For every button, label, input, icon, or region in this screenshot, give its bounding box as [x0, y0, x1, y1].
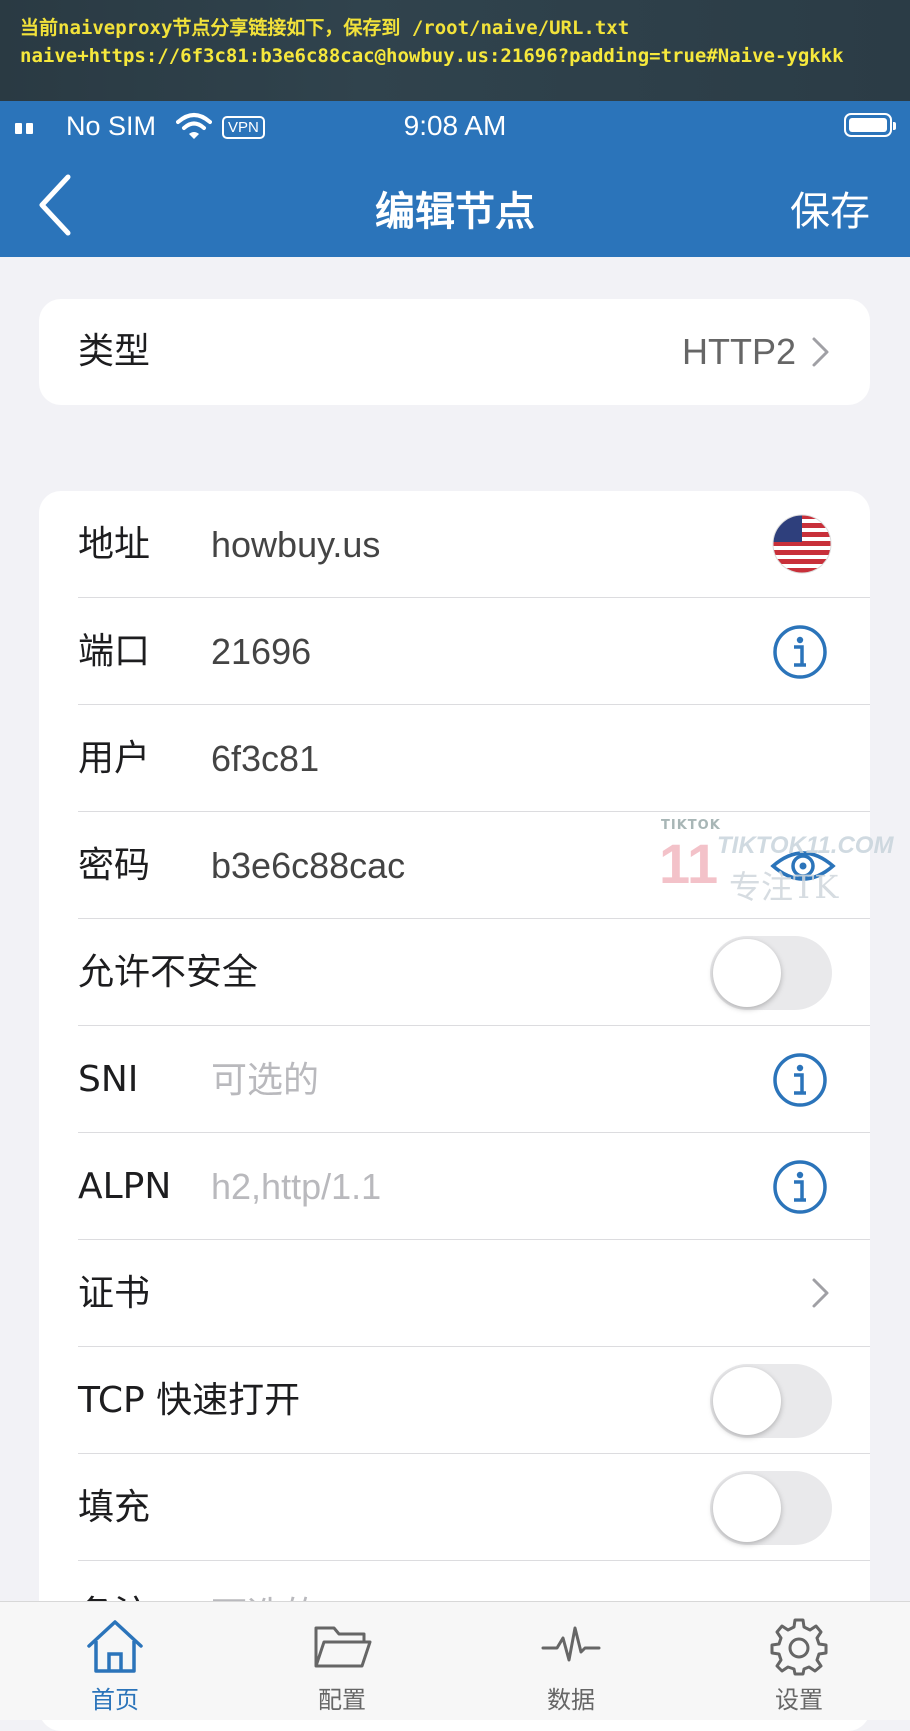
type-label: 类型: [78, 331, 151, 372]
chevron-right-icon: [812, 337, 829, 367]
page-title: 编辑节点: [375, 189, 535, 235]
padding-toggle[interactable]: [710, 1471, 832, 1545]
watermark-slogan: 专注TK: [729, 868, 839, 906]
user-field[interactable]: 6f3c81: [211, 705, 319, 812]
user-row[interactable]: 用户 6f3c81: [39, 705, 870, 812]
terminal-line-1: 当前naiveproxy节点分享链接如下，保存到 /root/naive/URL…: [20, 17, 630, 39]
allow-insecure-toggle[interactable]: [710, 936, 832, 1010]
sni-row[interactable]: SNI 可选的: [39, 1026, 870, 1133]
certificate-row[interactable]: 证书: [39, 1240, 870, 1347]
home-icon: [87, 1620, 143, 1673]
sni-field[interactable]: 可选的: [211, 1026, 319, 1133]
allow-insecure-row: 允许不安全: [39, 919, 870, 1026]
tab-config[interactable]: 配置: [272, 1602, 412, 1720]
node-form-card: 地址 howbuy.us 端口 21696 用户 6f3c81 密码 b3e6c…: [39, 491, 870, 1731]
padding-label: 填充: [78, 1487, 151, 1528]
certificate-label: 证书: [78, 1273, 151, 1314]
port-row[interactable]: 端口 21696: [39, 598, 870, 705]
user-label: 用户: [78, 738, 151, 779]
us-flag-icon: [772, 514, 832, 574]
status-bar: No SIM VPN 9:08 AM: [0, 101, 910, 153]
tcp-fast-open-row: TCP 快速打开: [39, 1347, 870, 1454]
alpn-label: ALPN: [78, 1166, 172, 1207]
tab-home[interactable]: 首页: [45, 1602, 185, 1720]
alpn-field[interactable]: h2,http/1.1: [211, 1133, 381, 1240]
address-field[interactable]: howbuy.us: [211, 491, 380, 598]
type-card[interactable]: 类型 HTTP2: [39, 299, 870, 405]
allow-insecure-label: 允许不安全: [78, 952, 259, 993]
info-icon[interactable]: [772, 1052, 828, 1108]
tab-bar: 首页 配置 数据 设置: [0, 1601, 910, 1720]
password-label: 密码: [78, 845, 151, 886]
tab-settings-label: 设置: [775, 1686, 823, 1714]
tab-home-label: 首页: [91, 1686, 139, 1714]
tab-config-label: 配置: [318, 1686, 366, 1714]
alpn-row[interactable]: ALPN h2,http/1.1: [39, 1133, 870, 1240]
gear-icon: [770, 1618, 828, 1676]
watermark-logo: TIKTOK 11 TIKTOK11.COM 专注TK: [655, 818, 893, 908]
pulse-icon: [541, 1626, 601, 1662]
watermark-domain: TIKTOK11.COM: [717, 832, 894, 859]
tab-data[interactable]: 数据: [501, 1602, 641, 1720]
watermark-number: 11: [659, 832, 719, 895]
terminal-line-2: naive+https://6f3c81:b3e6c88cac@howbuy.u…: [20, 45, 844, 67]
info-icon[interactable]: [772, 1159, 828, 1215]
type-value: HTTP2: [681, 331, 796, 372]
save-button[interactable]: 保存: [790, 179, 870, 237]
password-field[interactable]: b3e6c88cac: [211, 812, 405, 919]
chevron-right-icon: [812, 1278, 829, 1308]
tab-settings[interactable]: 设置: [729, 1602, 869, 1720]
tab-data-label: 数据: [547, 1686, 595, 1714]
address-label: 地址: [78, 524, 151, 565]
sni-label: SNI: [78, 1059, 139, 1100]
folder-icon: [314, 1626, 372, 1668]
port-label: 端口: [78, 631, 151, 672]
navigation-bar: 编辑节点 保存: [0, 153, 910, 257]
address-row[interactable]: 地址 howbuy.us: [39, 491, 870, 598]
clock: 9:08 AM: [403, 110, 507, 141]
terminal-banner: 当前naiveproxy节点分享链接如下，保存到 /root/naive/URL…: [0, 0, 910, 101]
padding-row: 填充: [39, 1454, 870, 1561]
watermark-brand: TIKTOK: [661, 818, 721, 833]
tcp-fast-open-label: TCP 快速打开: [78, 1380, 301, 1421]
port-field[interactable]: 21696: [211, 598, 311, 705]
info-icon[interactable]: [772, 624, 828, 680]
battery-icon: [844, 113, 896, 137]
tcp-fast-open-toggle[interactable]: [710, 1364, 832, 1438]
